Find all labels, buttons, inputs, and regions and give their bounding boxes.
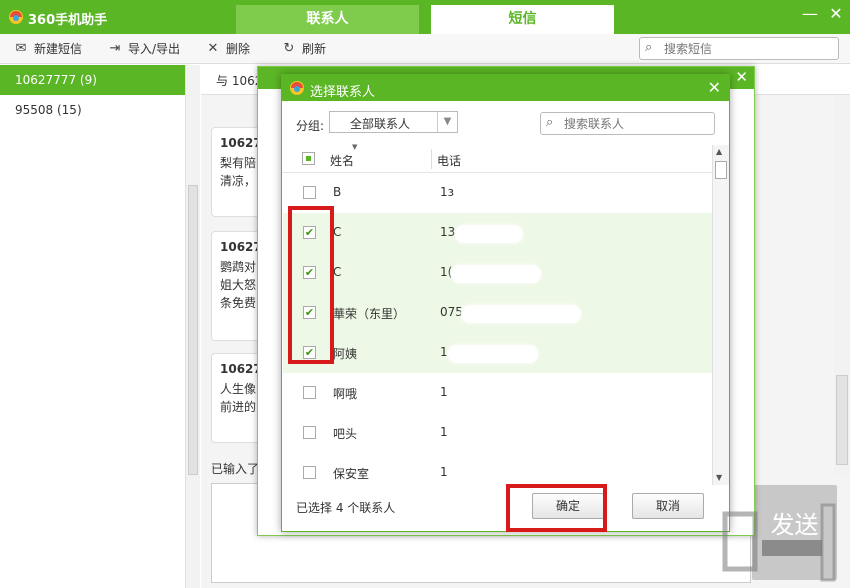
dialog-titlebar: 选择联系人 ✕ <box>282 75 729 101</box>
conversation-header-text: 与 1062 <box>216 74 263 88</box>
message-sender: 10627 <box>220 136 262 150</box>
refresh-label: 刷新 <box>302 42 327 56</box>
contact-row[interactable]: ✔ C 13 <box>283 213 712 253</box>
search-icon: ⌕ <box>645 40 653 55</box>
scrollbar-thumb[interactable] <box>836 375 848 465</box>
minimize-button[interactable]: — <box>800 4 820 23</box>
conversation-list: 10627777 (9) 95508 (15) <box>0 65 200 588</box>
redaction-mark <box>461 305 581 323</box>
contact-name: 保安室 <box>333 467 370 481</box>
contact-search-box[interactable]: ⌕ <box>540 112 715 135</box>
scrollbar-thumb[interactable] <box>188 185 198 475</box>
contact-row[interactable]: ✔ 阿姨 1 <box>283 333 712 373</box>
contact-phone: 1з <box>440 185 455 199</box>
cancel-button[interactable]: 取消 <box>632 493 704 519</box>
group-dropdown[interactable]: 全部联系人 ▼ <box>329 111 458 133</box>
contact-name: 啊哦 <box>333 387 358 401</box>
scroll-down-icon[interactable]: ▼ <box>716 473 722 482</box>
dialog-close-button[interactable]: ✕ <box>708 78 721 97</box>
contact-checkbox[interactable] <box>303 186 316 199</box>
sms-search-box[interactable]: ⌕ <box>639 37 839 60</box>
contact-name: 吧头 <box>333 427 358 441</box>
contact-phone: 1 <box>440 465 448 479</box>
redaction-mark <box>455 225 523 243</box>
contact-search-input[interactable] <box>564 115 709 132</box>
app-logo-icon <box>9 10 23 24</box>
group-label: 分组: <box>296 119 325 133</box>
delete-label: 删除 <box>226 42 251 56</box>
contact-name: 華荣（东里） <box>333 307 406 321</box>
tab-sms[interactable]: 短信 <box>431 5 614 34</box>
message-sender: 10627 <box>220 240 262 254</box>
contact-phone: 1 <box>440 345 448 359</box>
contact-phone: 075 <box>440 305 463 319</box>
watermark-logo <box>722 503 836 582</box>
dialog-title: 选择联系人 <box>310 85 376 100</box>
contact-list-header: ▼ 姓名 电话 <box>282 143 712 173</box>
checkbox-highlight-box <box>288 206 334 364</box>
close-button[interactable]: ✕ <box>826 4 846 23</box>
contact-row[interactable]: B 1з <box>283 173 712 213</box>
contact-name: 阿姨 <box>333 347 358 361</box>
sort-arrow-icon: ▼ <box>352 143 358 151</box>
new-sms-button[interactable]: ✉ 新建短信 <box>14 40 82 57</box>
close-icon[interactable]: ✕ <box>735 68 748 86</box>
contact-name: C <box>333 265 342 279</box>
contact-row[interactable]: ✔ C 1( <box>283 253 712 293</box>
app-title: 360手机助手 <box>28 13 108 28</box>
redaction-mark <box>448 345 538 363</box>
redaction-mark <box>451 265 541 283</box>
contact-row[interactable]: ✔ 華荣（东里） 075 <box>283 293 712 333</box>
column-divider <box>431 149 432 169</box>
contact-name: B <box>333 185 342 199</box>
toolbar: ✉ 新建短信 ⇥ 导入/导出 ✕ 删除 ↻ 刷新 ⌕ <box>0 34 850 64</box>
typed-count-label: 已输入了 <box>211 462 260 476</box>
chevron-down-icon: ▼ <box>437 112 457 132</box>
select-contacts-dialog: 选择联系人 ✕ 分组: 全部联系人 ▼ ⌕ ▼ 姓名 电话 B 1з ✔ C 1… <box>281 74 730 532</box>
import-export-button[interactable]: ⇥ 导入/导出 <box>108 40 181 57</box>
contact-checkbox[interactable] <box>303 466 316 479</box>
contact-checkbox[interactable] <box>303 386 316 399</box>
message-text: 鹦鹉对姐大怒条免费 <box>220 260 257 310</box>
new-sms-label: 新建短信 <box>34 42 83 56</box>
contact-phone: 1 <box>440 425 448 439</box>
conversation-item[interactable]: 95508 (15) <box>0 95 199 125</box>
message-sender: 10627 <box>220 362 262 376</box>
message-text: 人生像前进的 <box>220 382 257 414</box>
contact-row[interactable]: 保安室 1 <box>283 453 712 493</box>
contact-checkbox[interactable] <box>303 426 316 439</box>
scrollbar-thumb[interactable] <box>715 161 727 179</box>
delete-icon: ✕ <box>207 40 219 56</box>
conversation-scrollbar[interactable] <box>834 95 850 475</box>
import-export-label: 导入/导出 <box>128 42 181 56</box>
column-header-phone[interactable]: 电话 <box>437 152 461 169</box>
new-sms-icon: ✉ <box>15 40 27 56</box>
delete-button[interactable]: ✕ 删除 <box>206 40 250 57</box>
title-bar: 360手机助手 联系人 短信 — ✕ <box>0 0 850 34</box>
scroll-up-icon[interactable]: ▲ <box>716 147 722 156</box>
contact-name: C <box>333 225 342 239</box>
contact-list-scrollbar[interactable]: ▲ ▼ <box>712 145 729 485</box>
message-text: 梨有陪清凉， <box>220 156 257 188</box>
contact-row[interactable]: 吧头 1 <box>283 413 712 453</box>
search-icon: ⌕ <box>546 115 554 130</box>
app-logo-icon <box>290 81 304 95</box>
contact-phone: 13 <box>440 225 456 239</box>
conversation-item[interactable]: 10627777 (9) <box>0 65 185 95</box>
contact-phone: 1 <box>440 385 448 399</box>
refresh-icon: ↻ <box>283 40 295 56</box>
selected-count-label: 已选择 4 个联系人 <box>296 501 396 515</box>
confirm-highlight-box <box>506 484 607 532</box>
sms-search-input[interactable] <box>664 40 834 57</box>
tab-contacts[interactable]: 联系人 <box>236 5 419 34</box>
import-export-icon: ⇥ <box>109 40 121 56</box>
refresh-button[interactable]: ↻ 刷新 <box>282 40 326 57</box>
select-all-checkbox[interactable] <box>302 152 315 165</box>
column-header-name[interactable]: 姓名 <box>330 152 354 169</box>
sidebar-scrollbar[interactable] <box>185 65 200 588</box>
contact-row[interactable]: 啊哦 1 <box>283 373 712 413</box>
group-dropdown-value: 全部联系人 <box>350 117 411 131</box>
